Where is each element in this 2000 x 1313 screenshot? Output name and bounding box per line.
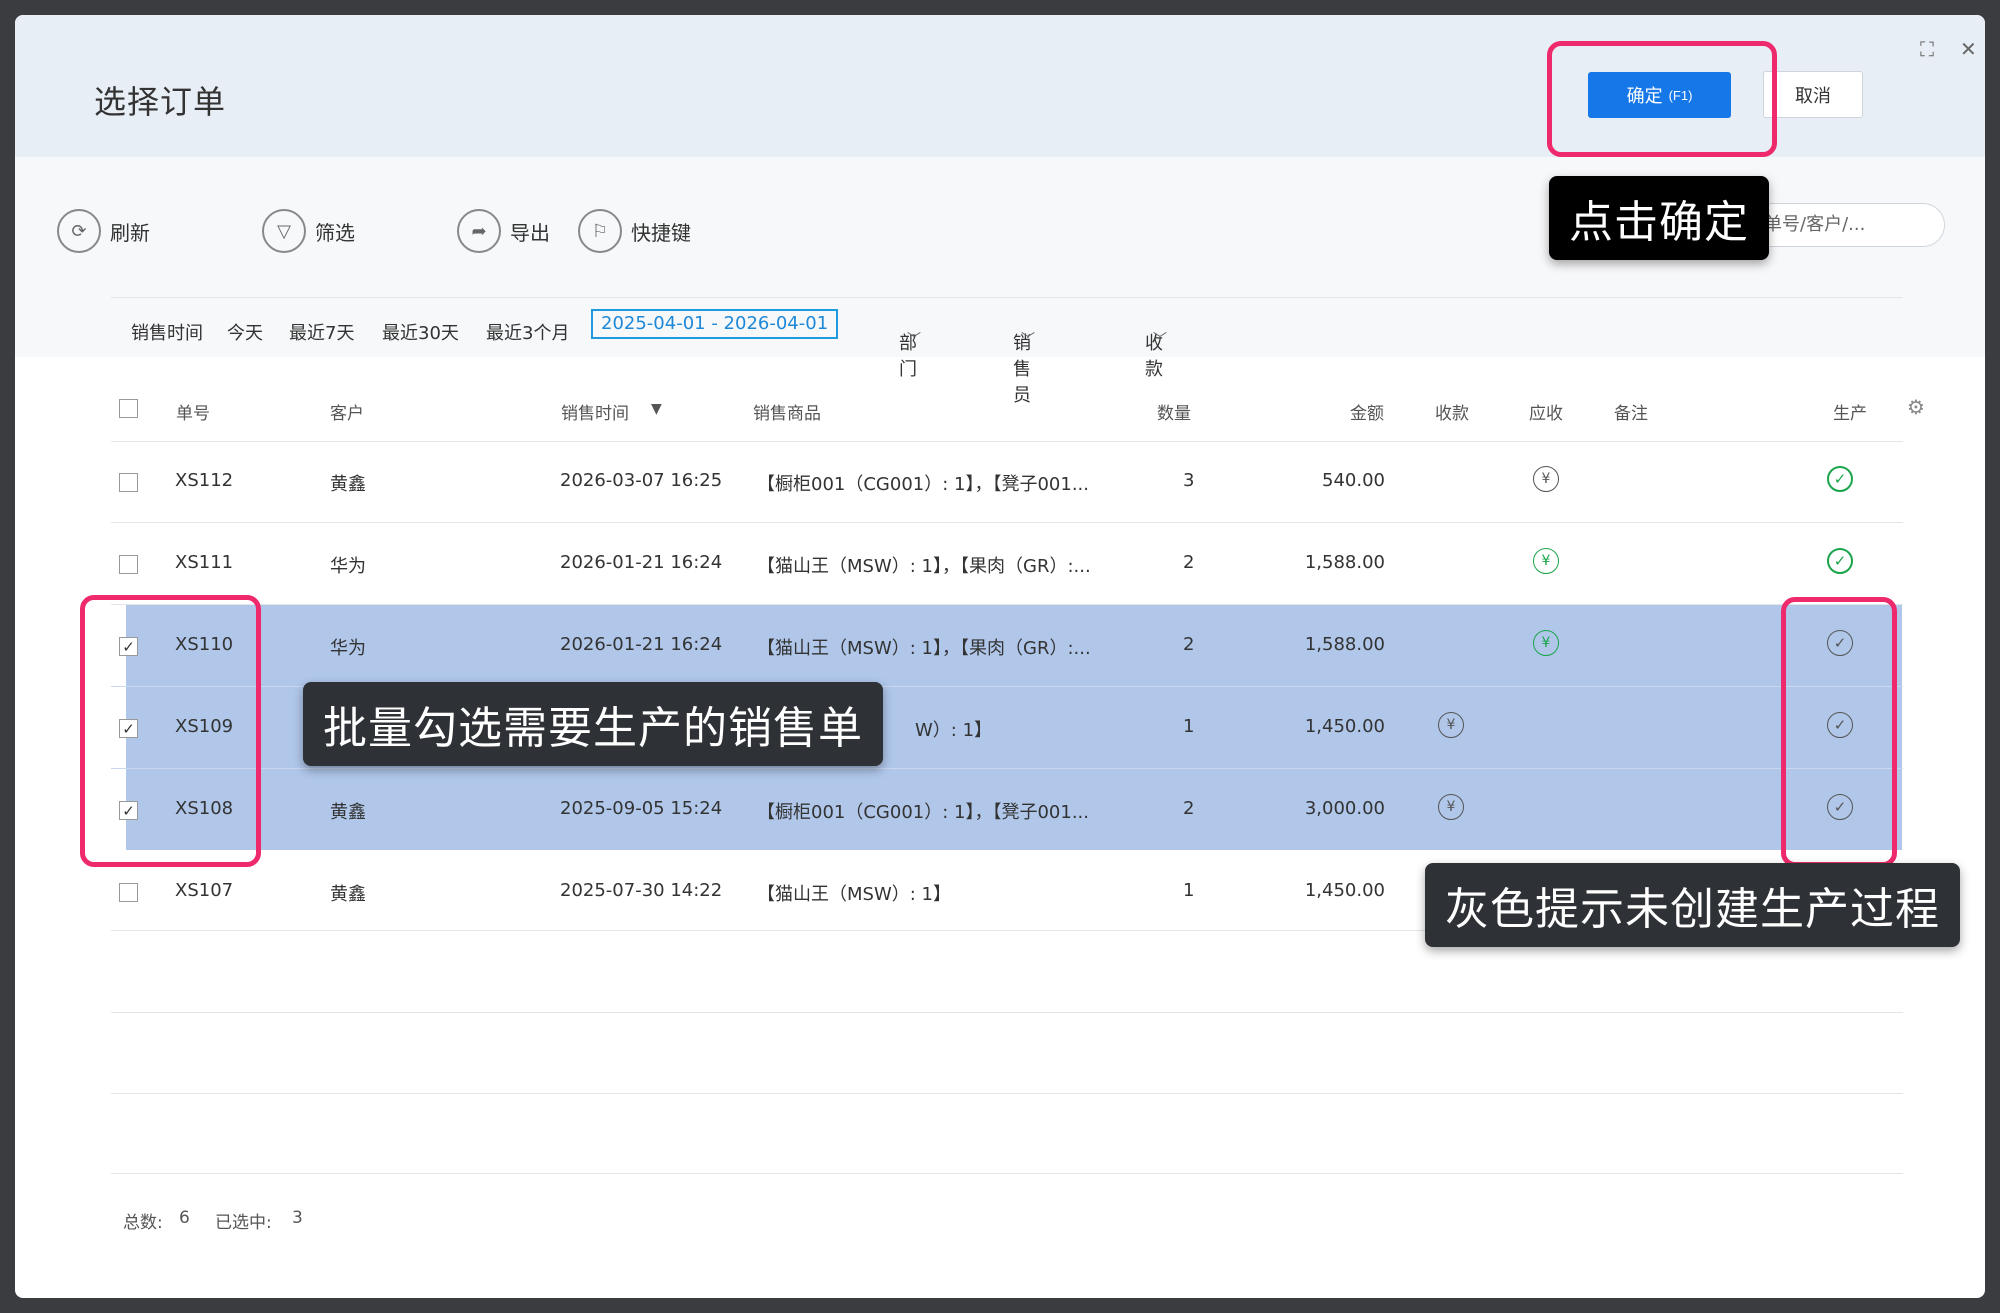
col-header-production[interactable]: 生产	[1833, 399, 1867, 424]
cell-no: XS111	[175, 552, 234, 573]
select-all-checkbox[interactable]	[119, 399, 138, 418]
divider	[111, 1173, 1903, 1174]
receivable-yen-icon: ¥	[1533, 466, 1559, 492]
divider	[111, 768, 1903, 769]
signpost-icon: ⚐	[578, 209, 622, 253]
cell-no: XS107	[175, 880, 234, 901]
date-last3m[interactable]: 最近3个月	[486, 319, 569, 345]
sales-time-label: 销售时间	[131, 323, 203, 344]
cell-customer: 黄鑫	[330, 802, 366, 823]
selected-label: 已选中:	[215, 1213, 272, 1233]
cell-goods: 【猫山王（MSW）: 1】，【果肉（GR）:...	[757, 556, 1091, 577]
cell-goods: 【橱柜001（CG001）: 1】，【凳子001...	[757, 802, 1089, 823]
dialog-title: 选择订单	[94, 83, 227, 121]
cell-goods: 【猫山王（MSW）: 1】	[757, 884, 951, 905]
cell-amount: 3,000.00	[1304, 798, 1385, 819]
divider	[111, 1093, 1903, 1094]
cell-time: 2026-03-07 16:25	[560, 470, 723, 491]
cell-qty: 1	[1183, 880, 1195, 901]
total-count: 6	[179, 1208, 190, 1228]
gear-icon[interactable]: ⚙	[1907, 395, 1925, 419]
sort-desc-icon[interactable]: ▼	[651, 401, 662, 417]
row-checkbox[interactable]	[119, 555, 138, 574]
date-last7[interactable]: 最近7天	[289, 319, 354, 345]
tip-gray-hint: 灰色提示未创建生产过程	[1425, 863, 1960, 947]
production-check-icon: ✓	[1827, 466, 1853, 492]
date-last30[interactable]: 最近30天	[382, 319, 459, 345]
col-header-qty[interactable]: 数量	[1157, 399, 1191, 424]
cell-no: XS112	[175, 470, 234, 491]
cell-time: 2025-09-05 15:24	[560, 798, 723, 819]
col-header-customer[interactable]: 客户	[330, 399, 364, 424]
row-checkbox[interactable]	[119, 473, 138, 492]
cell-customer: 黄鑫	[330, 474, 366, 495]
divider	[111, 297, 1903, 298]
share-icon: ➦	[457, 209, 501, 253]
receivable-yen-icon: ¥	[1533, 630, 1559, 656]
export-label: 导出	[510, 220, 550, 245]
col-header-received[interactable]: 收款	[1435, 399, 1469, 424]
col-header-remark[interactable]: 备注	[1614, 399, 1648, 424]
divider	[111, 522, 1903, 523]
cell-qty: 2	[1183, 634, 1195, 655]
chevron-down-icon: ﹀	[1021, 332, 1035, 348]
select-order-dialog: 选择订单 确定 (F1) 取消 ⛶ ✕ ⟳ 刷新 ▽ 筛选 ➦ 导出 ⚐ 快捷键…	[15, 15, 1985, 1298]
cell-time: 2025-07-30 14:22	[560, 880, 723, 901]
cell-qty: 2	[1183, 798, 1195, 819]
date-range-picker[interactable]: 2025-04-01 - 2026-04-01	[591, 309, 839, 339]
cell-amount: 1,450.00	[1304, 880, 1385, 901]
cell-time: 2026-01-21 16:24	[560, 634, 723, 655]
shortcuts-button[interactable]: ⚐ 快捷键	[578, 209, 691, 253]
divider	[111, 604, 1903, 605]
cancel-button[interactable]: 取消	[1763, 71, 1863, 118]
refresh-label: 刷新	[110, 220, 150, 245]
cell-goods: 【橱柜001（CG001）: 1】，【凳子001...	[757, 474, 1089, 495]
divider	[111, 1012, 1903, 1013]
cell-qty: 2	[1183, 552, 1195, 573]
highlight-production	[1781, 597, 1897, 867]
col-header-receivable[interactable]: 应收	[1529, 399, 1563, 424]
filter-icon: ▽	[262, 209, 306, 253]
col-header-no[interactable]: 单号	[176, 399, 210, 424]
receivable-yen-icon: ¥	[1533, 548, 1559, 574]
tip-click-confirm: 点击确定	[1549, 176, 1769, 260]
cell-customer: 华为	[330, 556, 366, 577]
cell-qty: 3	[1183, 470, 1195, 491]
filter-label: 筛选	[315, 220, 355, 245]
highlight-confirm	[1547, 41, 1777, 157]
refresh-icon: ⟳	[57, 209, 101, 253]
maximize-icon[interactable]: ⛶	[1920, 37, 1934, 61]
refresh-button[interactable]: ⟳ 刷新	[57, 209, 150, 253]
tip-batch-select: 批量勾选需要生产的销售单	[303, 682, 883, 766]
cell-time: 2026-01-21 16:24	[560, 552, 723, 573]
highlight-checkboxes	[80, 595, 261, 867]
row-checkbox[interactable]	[119, 883, 138, 902]
cell-amount: 1,588.00	[1304, 634, 1385, 655]
cell-goods: 【猫山王（MSW）: 1】，【果肉（GR）:...	[757, 638, 1091, 659]
cell-amount: 540.00	[1322, 470, 1385, 491]
col-header-goods[interactable]: 销售商品	[753, 399, 821, 424]
filter-button[interactable]: ▽ 筛选	[262, 209, 355, 253]
chevron-down-icon: ﹀	[1153, 332, 1167, 348]
total-label: 总数:	[123, 1213, 163, 1233]
selected-count: 3	[292, 1208, 303, 1228]
cell-customer: 华为	[330, 638, 366, 659]
divider	[111, 441, 1903, 442]
production-check-icon: ✓	[1827, 548, 1853, 574]
shortcuts-label: 快捷键	[631, 220, 691, 245]
date-filter-bar: 销售时间 今天 最近7天 最近30天 最近3个月 2025-04-01 - 20…	[15, 309, 1985, 406]
date-today[interactable]: 今天	[227, 319, 263, 345]
cell-goods: W）: 1】	[915, 720, 993, 741]
received-yen-icon: ¥	[1438, 712, 1464, 738]
cell-amount: 1,450.00	[1304, 716, 1385, 737]
col-header-time[interactable]: 销售时间	[561, 399, 629, 424]
received-yen-icon: ¥	[1438, 794, 1464, 820]
cell-qty: 1	[1183, 716, 1195, 737]
cell-amount: 1,588.00	[1304, 552, 1385, 573]
cell-customer: 黄鑫	[330, 884, 366, 905]
col-header-amount[interactable]: 金额	[1350, 399, 1384, 424]
close-icon[interactable]: ✕	[1960, 37, 1977, 61]
chevron-down-icon: ﹀	[907, 332, 921, 348]
export-button[interactable]: ➦ 导出	[457, 209, 550, 253]
